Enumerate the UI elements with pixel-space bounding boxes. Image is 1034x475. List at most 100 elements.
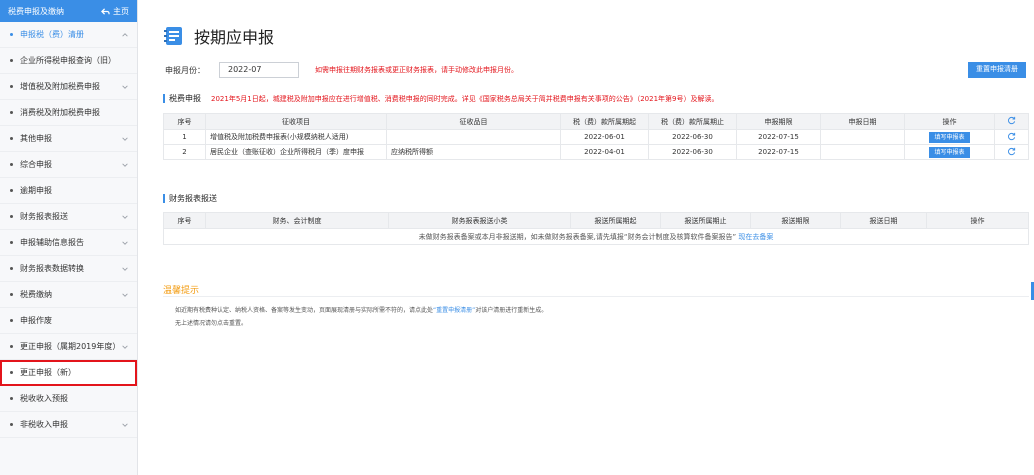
section-bar <box>163 94 165 103</box>
col-item: 征收项目 <box>205 113 387 130</box>
cell-action: 填写申报表 <box>904 144 995 160</box>
sidebar-item-label: 综合申报 <box>20 160 52 169</box>
sidebar-item[interactable]: 申报辅助信息报告 <box>0 230 137 256</box>
chevron-down-icon <box>122 422 128 427</box>
row-refresh-button[interactable] <box>994 129 1029 145</box>
sidebar-item-label: 税收收入预报 <box>20 394 68 403</box>
sidebar-item-label: 增值税及附加税费申报 <box>20 82 100 91</box>
table-row: 2 居民企业（查账征收）企业所得税月（季）度申报 应纳税所得额 2022-04-… <box>163 144 1029 160</box>
page-title: 按期应申报 <box>194 28 275 47</box>
sidebar-item[interactable]: 非税收入申报 <box>0 412 137 438</box>
refresh-icon <box>1008 132 1016 140</box>
cell-no: 2 <box>163 144 206 160</box>
sidebar-item-label: 申报作废 <box>20 316 52 325</box>
sidebar-item-label: 逾期申报 <box>20 186 52 195</box>
sidebar-item[interactable]: 增值税及附加税费申报 <box>0 74 137 100</box>
sidebar: 税费申报及缴纳 主页 申报税（费）清册企业所得税申报查询（旧） 增值税及附加税费申… <box>0 0 138 475</box>
sidebar-item[interactable]: 逾期申报 <box>0 178 137 204</box>
cell-start: 2022-06-01 <box>560 129 649 145</box>
cell-item: 增值税及附加税费申报表(小规模纳税人适用) <box>205 129 387 145</box>
col-start: 税（费）款所属期起 <box>560 113 649 130</box>
sidebar-item[interactable]: 企业所得税申报查询（旧） <box>0 48 137 74</box>
bullet-dot <box>10 215 13 218</box>
sidebar-header: 税费申报及缴纳 主页 <box>0 0 137 22</box>
bullet-dot <box>10 423 13 426</box>
divider <box>163 296 1029 297</box>
row-refresh-button[interactable] <box>994 144 1029 160</box>
table-row: 1 增值税及附加税费申报表(小规模纳税人适用) 2022-06-01 2022-… <box>163 129 1029 145</box>
chevron-down-icon <box>122 292 128 297</box>
sidebar-item-label: 申报辅助信息报告 <box>20 238 84 247</box>
bullet-dot <box>10 137 13 140</box>
bullet-dot <box>10 345 13 348</box>
sidebar-item-label: 财务报表数据转换 <box>20 264 84 273</box>
page-header: 按期应申报 <box>163 24 274 48</box>
go-filing-link[interactable]: 现在去备案 <box>738 233 773 241</box>
chevron-down-icon <box>122 344 128 349</box>
sidebar-item[interactable]: 申报作废 <box>0 308 137 334</box>
tax-notice: 2021年5月1日起，城建税及附加申报应在进行增值税、消费税申报的同时完成。详见… <box>211 94 719 103</box>
period-input[interactable]: 2022-07 <box>219 62 299 78</box>
cell-no: 1 <box>163 129 206 145</box>
finance-table: 序号 财务、会计制度 财务报表报送小类 报送所属期起 报送所属期止 报送期限 报… <box>163 212 1029 245</box>
period-hint: 如需申报往期财务报表或更正财务报表，请手动修改此申报月份。 <box>315 66 518 74</box>
sidebar-item[interactable]: 财务报表报送 <box>0 204 137 230</box>
fill-form-button[interactable]: 填写申报表 <box>929 131 970 143</box>
bullet-dot <box>10 267 13 270</box>
reset-list-link[interactable]: “重置申报清册” <box>433 307 475 314</box>
chevron-down-icon <box>122 84 128 89</box>
warm-tip-title: 温馨提示 <box>163 286 200 296</box>
sidebar-item[interactable]: 财务报表数据转换 <box>0 256 137 282</box>
bullet-dot <box>10 319 13 322</box>
cell-end: 2022-06-30 <box>648 144 737 160</box>
sidebar-item[interactable]: 消费税及附加税费申报 <box>0 100 137 126</box>
tax-table-header: 序号 征收项目 征收品目 税（费）款所属期起 税（费）款所属期止 申报期限 申报… <box>163 113 1029 130</box>
tip-text: 对该户清册进行重新生成。 <box>475 307 548 314</box>
sidebar-item[interactable]: 申报税（费）清册 <box>0 22 137 48</box>
cell-date <box>820 144 905 160</box>
empty-row: 未做财务报表备案或本月非报送期，如未做财务报表备案,请先填报“财务会计制度及核算… <box>163 228 1029 245</box>
sidebar-item[interactable]: 更正申报（属期2019年度） <box>0 334 137 360</box>
col-deadline: 报送期限 <box>750 212 841 229</box>
sidebar-item[interactable]: 综合申报 <box>0 152 137 178</box>
col-action: 操作 <box>904 113 995 130</box>
col-end: 税（费）款所属期止 <box>648 113 737 130</box>
cell-item: 居民企业（查账征收）企业所得税月（季）度申报 <box>205 144 387 160</box>
col-date: 申报日期 <box>820 113 905 130</box>
finance-section-title: 财务报表报送 <box>163 193 217 204</box>
form-book-icon <box>164 27 182 45</box>
bullet-dot <box>10 241 13 244</box>
col-date: 报送日期 <box>840 212 927 229</box>
empty-text: 未做财务报表备案或本月非报送期，如未做财务报表备案,请先填报“财务会计制度及核算… <box>418 232 737 241</box>
period-row: 申报月份： 2022-07 如需申报往期财务报表或更正财务报表，请手动修改此申报… <box>165 62 518 78</box>
sidebar-item[interactable]: 税收收入预报 <box>0 386 137 412</box>
tip-text: 如近期有税费种认定、纳税人资格、备案等发生变动，页面展现清册与实际所需不符的，请… <box>175 307 434 314</box>
col-action: 操作 <box>926 212 1029 229</box>
reset-list-button[interactable]: 重置申报清册 <box>968 62 1026 78</box>
bullet-dot <box>10 189 13 192</box>
section-bar <box>163 194 165 203</box>
tax-section-label: 税费申报 <box>169 94 201 103</box>
refresh-all-button[interactable] <box>994 113 1029 130</box>
fill-form-button[interactable]: 填写申报表 <box>929 146 970 158</box>
sidebar-item[interactable]: 税费缴纳 <box>0 282 137 308</box>
cell-date <box>820 129 905 145</box>
home-link[interactable]: 主页 <box>101 6 129 17</box>
sidebar-item-label: 财务报表报送 <box>20 212 68 221</box>
tax-section-title: 税费申报 2021年5月1日起，城建税及附加申报应在进行增值税、消费税申报的同时… <box>163 93 719 104</box>
bullet-dot <box>10 163 13 166</box>
sidebar-item-label: 申报税（费）清册 <box>20 30 84 39</box>
sidebar-item[interactable]: 其他申报 <box>0 126 137 152</box>
home-label: 主页 <box>113 6 129 16</box>
bullet-dot <box>10 33 13 36</box>
cell-subitem: 应纳税所得额 <box>386 144 561 160</box>
chevron-down-icon <box>122 136 128 141</box>
warm-tip-line-2: 无上述情况请勿点击重置。 <box>175 320 248 327</box>
cell-deadline: 2022-07-15 <box>736 129 821 145</box>
cell-action: 填写申报表 <box>904 129 995 145</box>
col-end: 报送所属期止 <box>660 212 751 229</box>
cell-start: 2022-04-01 <box>560 144 649 160</box>
sidebar-item-label: 更正申报（属期2019年度） <box>20 342 121 351</box>
main-content: 按期应申报 申报月份： 2022-07 如需申报往期财务报表或更正财务报表，请手… <box>148 0 1034 475</box>
sidebar-item[interactable]: 更正申报（新） <box>0 360 137 386</box>
